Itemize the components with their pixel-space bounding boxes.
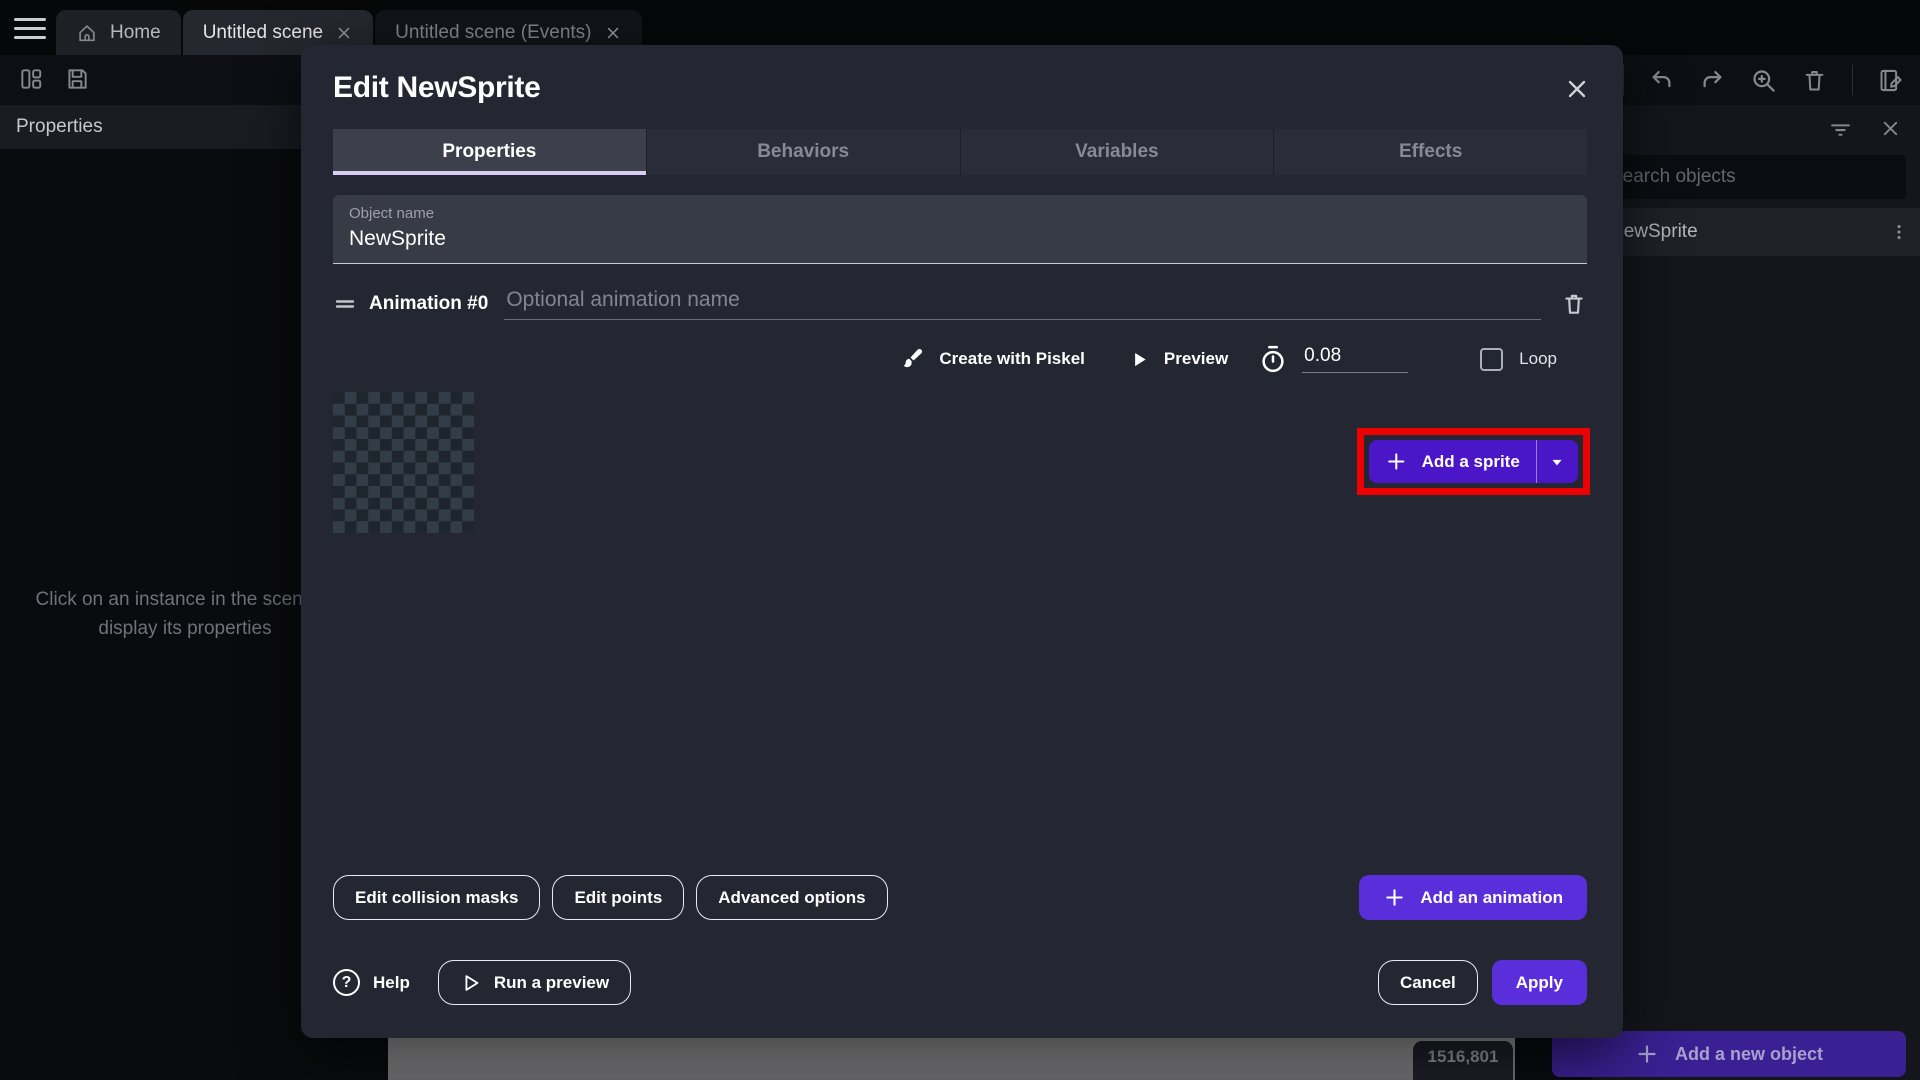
animation-controls-row: Create with Piskel Preview Loop xyxy=(333,344,1557,374)
objects-panel-header xyxy=(1592,105,1920,151)
toolbar-separator xyxy=(1852,65,1853,95)
tab-properties[interactable]: Properties xyxy=(333,129,647,175)
help-button[interactable]: ? Help xyxy=(333,969,410,996)
drag-handle-icon[interactable] xyxy=(333,292,357,316)
home-icon xyxy=(76,22,98,44)
object-name-label: NewSprite xyxy=(1610,221,1698,243)
help-icon: ? xyxy=(333,969,360,996)
object-name-field-value: NewSprite xyxy=(349,227,1571,251)
hamburger-menu-icon[interactable] xyxy=(14,14,46,42)
brush-icon xyxy=(898,346,925,373)
edit-object-dialog: Edit NewSprite Properties Behaviors Vari… xyxy=(301,45,1623,1038)
add-a-sprite-label: Add a sprite xyxy=(1422,452,1520,472)
advanced-options-label: Advanced options xyxy=(718,888,865,908)
dialog-close-icon[interactable] xyxy=(1563,75,1591,103)
play-outline-icon xyxy=(460,972,482,994)
stopwatch-icon xyxy=(1258,344,1288,374)
scene-canvas[interactable]: 1516,801 xyxy=(388,1035,1515,1080)
cancel-label: Cancel xyxy=(1400,973,1456,993)
loop-checkbox[interactable] xyxy=(1480,348,1503,371)
sprite-frame-placeholder[interactable] xyxy=(333,392,474,533)
plus-icon xyxy=(1383,886,1406,909)
add-a-sprite-button[interactable]: Add a sprite xyxy=(1369,440,1578,483)
create-with-piskel-button[interactable]: Create with Piskel xyxy=(939,349,1085,369)
apply-label: Apply xyxy=(1516,973,1563,993)
annotation-highlight-box: Add a sprite xyxy=(1357,428,1590,495)
edit-collision-masks-button[interactable]: Edit collision masks xyxy=(333,875,540,920)
zoom-in-icon[interactable] xyxy=(1750,67,1777,94)
cursor-coordinates-badge: 1516,801 xyxy=(1413,1041,1513,1080)
cancel-button[interactable]: Cancel xyxy=(1378,960,1478,1005)
run-a-preview-label: Run a preview xyxy=(494,973,609,993)
undo-icon[interactable] xyxy=(1648,67,1675,94)
dialog-tabs: Properties Behaviors Variables Effects xyxy=(333,129,1587,175)
dialog-footer-row: ? Help Run a preview Cancel Apply xyxy=(333,960,1587,1005)
add-sprite-dropdown[interactable] xyxy=(1537,452,1578,472)
events-sheet-icon[interactable] xyxy=(1877,67,1904,94)
close-icon[interactable] xyxy=(604,24,622,42)
add-an-animation-button[interactable]: Add an animation xyxy=(1359,875,1587,920)
tab-variables-label: Variables xyxy=(1075,141,1158,163)
dialog-actions-row: Edit collision masks Edit points Advance… xyxy=(333,875,1587,920)
help-label: Help xyxy=(373,973,410,993)
play-icon xyxy=(1129,349,1150,370)
edit-collision-masks-label: Edit collision masks xyxy=(355,888,518,908)
run-a-preview-button[interactable]: Run a preview xyxy=(438,960,631,1005)
edit-points-label: Edit points xyxy=(574,888,662,908)
save-icon[interactable] xyxy=(64,66,90,92)
tab-events-label: Untitled scene (Events) xyxy=(395,22,591,44)
panels-layout-icon[interactable] xyxy=(18,66,44,92)
object-list-item[interactable]: NewSprite xyxy=(1592,208,1920,256)
tab-behaviors[interactable]: Behaviors xyxy=(647,129,961,175)
trash-icon[interactable] xyxy=(1801,67,1828,94)
chevron-down-icon xyxy=(1547,452,1567,472)
delete-animation-icon[interactable] xyxy=(1561,291,1587,317)
plus-icon xyxy=(1635,1042,1659,1066)
animation-row: Animation #0 xyxy=(333,288,1587,320)
edit-points-button[interactable]: Edit points xyxy=(552,875,684,920)
tab-scene-label: Untitled scene xyxy=(203,22,323,44)
properties-panel-title: Properties xyxy=(16,116,103,138)
add-an-animation-label: Add an animation xyxy=(1420,888,1563,908)
kebab-menu-icon[interactable] xyxy=(1888,221,1910,243)
panel-close-icon[interactable] xyxy=(1879,117,1902,140)
animation-index-label: Animation #0 xyxy=(369,293,488,315)
advanced-options-button[interactable]: Advanced options xyxy=(696,875,887,920)
object-name-field[interactable]: Object name NewSprite xyxy=(333,195,1587,264)
object-name-field-label: Object name xyxy=(349,205,1571,222)
dialog-title: Edit NewSprite xyxy=(333,71,1587,105)
tab-behaviors-label: Behaviors xyxy=(757,141,849,163)
time-between-frames-input[interactable] xyxy=(1302,345,1408,373)
objects-panel: NewSprite Add a new object xyxy=(1592,105,1920,1080)
animation-name-input[interactable] xyxy=(504,288,1541,320)
redo-icon[interactable] xyxy=(1699,67,1726,94)
tab-home-label: Home xyxy=(110,22,161,44)
toolbar-separator xyxy=(1623,65,1624,95)
tab-home[interactable]: Home xyxy=(56,10,181,55)
tab-effects[interactable]: Effects xyxy=(1274,129,1587,175)
search-objects-input[interactable] xyxy=(1594,155,1906,199)
tab-variables[interactable]: Variables xyxy=(961,129,1275,175)
loop-label: Loop xyxy=(1519,349,1557,369)
close-icon[interactable] xyxy=(335,24,353,42)
apply-button[interactable]: Apply xyxy=(1492,960,1587,1005)
filter-icon[interactable] xyxy=(1828,116,1853,141)
preview-button[interactable]: Preview xyxy=(1164,349,1228,369)
tab-effects-label: Effects xyxy=(1399,141,1462,163)
plus-icon xyxy=(1385,450,1408,473)
add-new-object-label: Add a new object xyxy=(1675,1044,1823,1065)
tab-properties-label: Properties xyxy=(442,141,536,163)
